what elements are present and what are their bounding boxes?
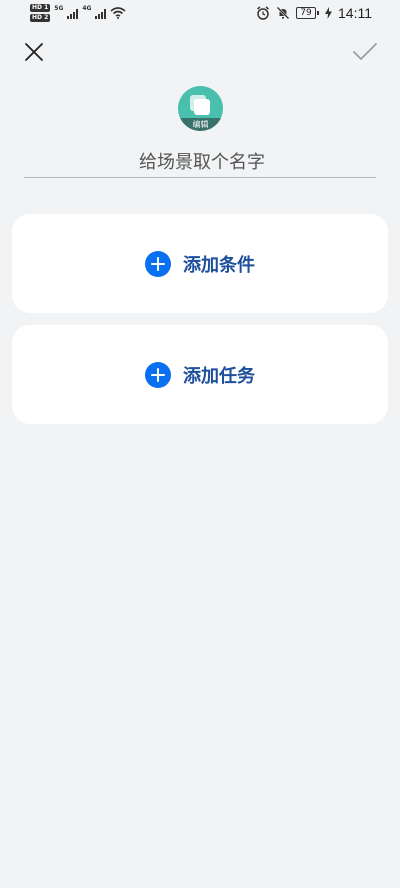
status-bar-right: 79 14:11 [256,5,372,21]
close-button[interactable] [22,40,46,64]
charging-icon [325,7,332,19]
add-condition-card[interactable]: 添加条件 [12,214,388,313]
signal-icon [67,7,79,19]
battery-tip [317,11,319,15]
status-bar: HD 1 HD 2 5G 4G 79 14:11 [0,0,400,28]
wifi-icon [110,7,127,19]
close-icon [25,43,43,61]
mute-bell-icon [276,6,290,20]
add-condition-content: 添加条件 [145,250,255,277]
signal-icon-2 [95,7,107,19]
edit-label: 编辑 [178,118,223,131]
add-task-content: 添加任务 [145,361,255,388]
battery-indicator: 79 [296,7,319,19]
hd-badge-top: HD 1 [30,4,51,12]
scene-name-input[interactable] [24,147,380,177]
confirm-button[interactable] [352,40,378,64]
add-task-card[interactable]: 添加任务 [12,325,388,424]
hd-badge-bottom: HD 2 [30,14,51,22]
add-task-label: 添加任务 [183,365,255,387]
status-bar-left: HD 1 HD 2 5G 4G [30,4,127,22]
check-icon [353,43,377,60]
clock: 14:11 [338,5,372,21]
add-task-plus-icon [145,361,171,388]
battery-level: 79 [296,7,316,19]
network-label-1: 5G [54,4,64,12]
alarm-icon [257,6,269,20]
scene-cards-icon [190,95,210,115]
scene-name-field [24,147,380,178]
add-condition-plus-icon [145,250,171,277]
network-label-2: 4G [82,4,92,12]
hd-indicators: HD 1 HD 2 [30,4,51,22]
add-condition-label: 添加条件 [183,254,255,276]
scene-icon-button[interactable]: 编辑 [178,86,223,131]
